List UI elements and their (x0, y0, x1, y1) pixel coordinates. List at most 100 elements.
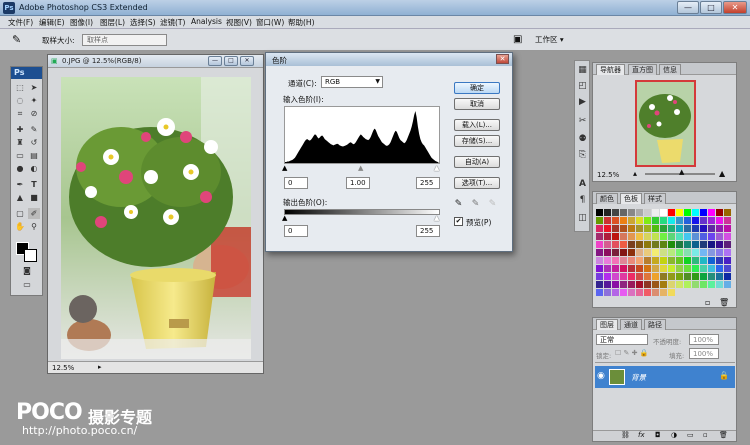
lock-icons[interactable]: ☐ ✎ ✚ 🔒 (615, 349, 648, 357)
color-swatch[interactable] (708, 241, 715, 248)
doc-maximize-button[interactable]: □ (224, 56, 238, 66)
color-swatch[interactable] (708, 233, 715, 240)
preview-checkbox[interactable]: ✔ (454, 217, 463, 226)
black-eyedropper-icon[interactable]: ✎ (454, 197, 463, 211)
color-swatch[interactable] (636, 281, 643, 288)
menu-layer[interactable]: 图层(L) (100, 17, 125, 28)
color-swatch[interactable] (692, 241, 699, 248)
gray-eyedropper-icon[interactable]: ✎ (471, 197, 480, 211)
color-swatch[interactable] (620, 209, 627, 216)
color-swatch[interactable] (612, 265, 619, 272)
color-swatch[interactable] (716, 273, 723, 280)
doc-close-button[interactable]: ✕ (240, 56, 254, 66)
color-swatch[interactable] (644, 249, 651, 256)
new-layer-icon[interactable]: ▫ (703, 431, 708, 439)
color-swatch[interactable] (700, 249, 707, 256)
color-swatch[interactable] (676, 233, 683, 240)
color-swatch[interactable] (644, 265, 651, 272)
color-swatch[interactable] (700, 225, 707, 232)
white-point-slider[interactable]: ▲ (434, 164, 439, 172)
delete-swatch-icon[interactable]: 🗑 (719, 298, 729, 307)
black-point-slider[interactable]: ▲ (282, 164, 287, 172)
move-tool-icon[interactable]: ➤ (28, 82, 40, 93)
menu-image[interactable]: 图像(I) (70, 17, 93, 28)
color-swatch[interactable] (604, 289, 611, 296)
slice-tool-icon[interactable]: ⊘ (28, 108, 40, 119)
color-swatch[interactable] (668, 209, 675, 216)
doc-minimize-button[interactable]: — (208, 56, 222, 66)
color-swatch[interactable] (684, 281, 691, 288)
color-swatch[interactable] (644, 273, 651, 280)
color-swatch[interactable] (668, 233, 675, 240)
color-swatch[interactable] (612, 281, 619, 288)
color-swatch[interactable] (692, 265, 699, 272)
color-swatch[interactable] (676, 265, 683, 272)
color-swatch[interactable] (636, 289, 643, 296)
tab-navigator[interactable]: 导航器 (596, 64, 625, 75)
zoom-in-icon[interactable]: ▲ (719, 169, 725, 178)
tab-swatches[interactable]: 色板 (620, 193, 642, 204)
color-swatch[interactable] (612, 217, 619, 224)
color-swatch[interactable] (716, 225, 723, 232)
color-swatch[interactable] (700, 265, 707, 272)
color-swatch[interactable] (636, 217, 643, 224)
color-swatch[interactable] (668, 225, 675, 232)
crop-tool-icon[interactable]: ⌗ (14, 108, 26, 119)
color-swatch[interactable] (700, 257, 707, 264)
color-swatch[interactable] (604, 281, 611, 288)
color-swatch[interactable] (684, 249, 691, 256)
color-swatch[interactable] (652, 257, 659, 264)
bridge-icon[interactable]: ▣ (513, 34, 522, 45)
menu-select[interactable]: 选择(S) (130, 17, 156, 28)
navigator-icon[interactable]: ▦ (577, 65, 588, 76)
color-swatch[interactable] (636, 233, 643, 240)
eye-icon[interactable]: ◉ (597, 371, 605, 381)
color-swatch[interactable] (652, 209, 659, 216)
color-swatch[interactable] (692, 225, 699, 232)
healing-brush-icon[interactable]: ✚ (14, 124, 26, 135)
color-swatch[interactable] (628, 233, 635, 240)
color-swatch[interactable] (620, 233, 627, 240)
input-white-field[interactable]: 255 (416, 177, 440, 189)
color-swatch[interactable] (700, 241, 707, 248)
color-swatch[interactable] (604, 233, 611, 240)
document-zoom[interactable]: 12.5% (52, 364, 74, 372)
color-swatch[interactable] (652, 265, 659, 272)
color-swatch[interactable] (676, 281, 683, 288)
color-swatch[interactable] (612, 233, 619, 240)
color-swatch[interactable] (612, 209, 619, 216)
color-swatch[interactable] (676, 273, 683, 280)
menu-window[interactable]: 窗口(W) (256, 17, 284, 28)
options-button[interactable]: 选项(T)... (454, 177, 500, 189)
color-swatch[interactable] (612, 289, 619, 296)
tab-styles[interactable]: 样式 (644, 193, 666, 204)
color-swatch[interactable] (604, 265, 611, 272)
color-swatch[interactable] (620, 281, 627, 288)
color-swatch[interactable] (692, 217, 699, 224)
hand-tool-icon[interactable]: ✋ (14, 221, 26, 232)
maximize-button[interactable]: □ (700, 1, 722, 14)
color-swatch[interactable] (660, 273, 667, 280)
delete-layer-icon[interactable]: 🗑 (719, 431, 728, 439)
color-swatch[interactable] (668, 289, 675, 296)
color-swatch[interactable] (612, 241, 619, 248)
gradient-tool-icon[interactable]: ▤ (28, 150, 40, 161)
close-button[interactable]: ✕ (723, 1, 747, 14)
color-swatch[interactable] (668, 265, 675, 272)
history-icon[interactable]: ◰ (577, 81, 588, 92)
color-swatch[interactable] (684, 217, 691, 224)
pen-tool-icon[interactable]: ✒ (14, 179, 26, 190)
color-swatch[interactable] (684, 265, 691, 272)
color-swatch[interactable] (644, 217, 651, 224)
color-swatch[interactable] (724, 273, 731, 280)
color-swatch[interactable] (628, 273, 635, 280)
color-swatch[interactable] (644, 241, 651, 248)
link-layers-icon[interactable]: ⛓ (621, 431, 630, 439)
color-swatch[interactable] (660, 209, 667, 216)
color-swatch[interactable] (708, 257, 715, 264)
output-white-slider[interactable]: ▲ (434, 214, 439, 222)
dodge-tool-icon[interactable]: ◐ (28, 163, 40, 174)
clone-source-icon[interactable]: ⎘ (577, 150, 588, 161)
output-white-field[interactable]: 255 (416, 225, 440, 237)
color-swatch[interactable] (716, 217, 723, 224)
